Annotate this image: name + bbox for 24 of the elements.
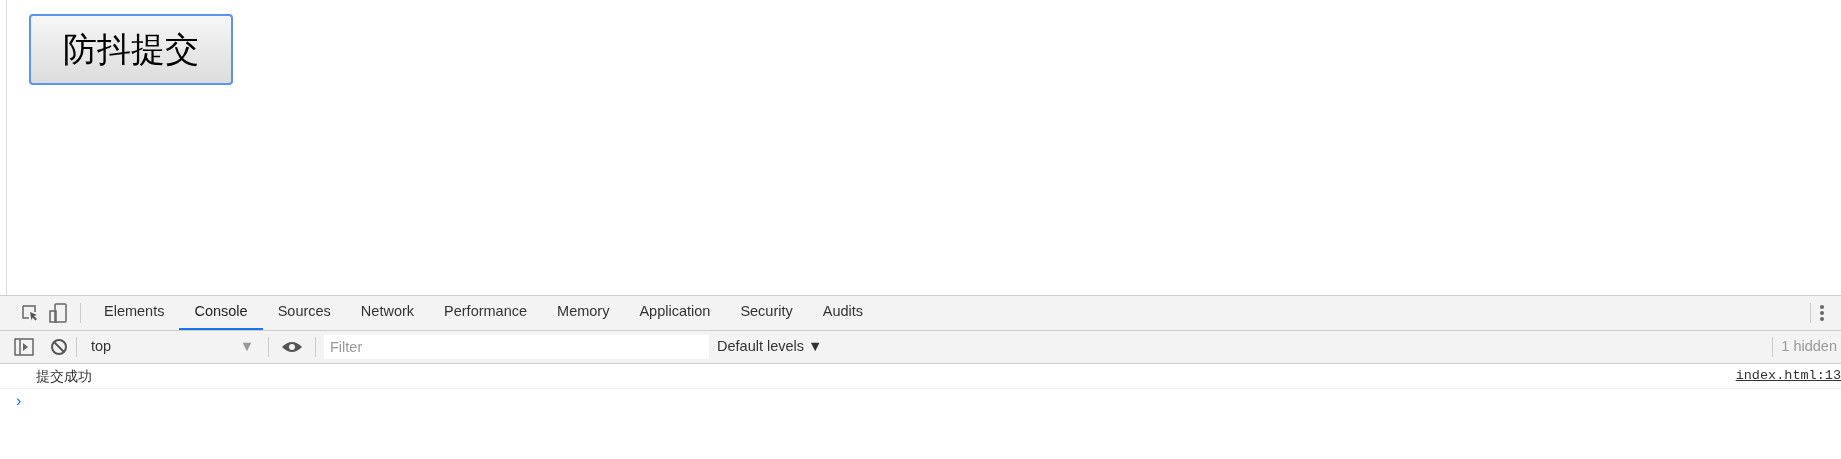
source-link[interactable]: index.html:13 (1735, 365, 1841, 387)
console-message: 提交成功 (36, 366, 92, 386)
context-dropdown[interactable]: top ▼ (85, 336, 260, 358)
prompt-icon: › (0, 389, 22, 413)
hidden-count: 1 hidden (1781, 337, 1837, 357)
clear-icon[interactable] (50, 338, 68, 356)
submit-button[interactable]: 防抖提交 (29, 14, 233, 85)
sidebar-icon[interactable] (14, 338, 34, 356)
context-value: top (91, 337, 112, 357)
devtools-tab[interactable]: Elements (89, 296, 180, 330)
caret-icon: ▼ (239, 336, 254, 358)
filter-field[interactable]: Filter (324, 335, 709, 359)
devtools-tab[interactable]: Application (624, 296, 726, 330)
more-icon[interactable] (1819, 304, 1825, 322)
eye-icon[interactable] (281, 340, 303, 354)
inspect-icon[interactable] (20, 303, 40, 323)
levels-dropdown[interactable]: Default levels ▼ (717, 336, 823, 358)
devtools-tab[interactable]: Memory (542, 296, 625, 330)
devtools-tab[interactable]: Sources (262, 296, 346, 330)
device-icon[interactable] (48, 302, 68, 324)
devtools-tab[interactable]: Security (725, 296, 808, 330)
devtools-tab[interactable]: Performance (429, 296, 543, 330)
devtools-tab[interactable]: Network (345, 296, 430, 330)
devtools-tab[interactable]: Audits (807, 296, 879, 330)
